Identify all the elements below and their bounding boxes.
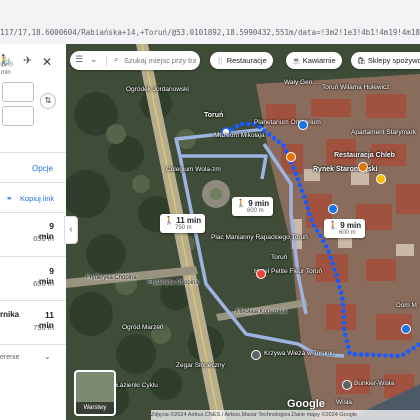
place-pin[interactable] — [328, 204, 338, 214]
street-label: Fryderyka Chopina — [148, 280, 199, 286]
shopping-icon: 🛍 — [357, 58, 366, 65]
chip-label: Sklepy spożywcze — [367, 56, 420, 65]
place-pin[interactable] — [298, 120, 308, 130]
map-label[interactable]: Ogród Marzeń — [122, 324, 164, 331]
route-distance: 650 m — [33, 234, 54, 243]
place-pin[interactable] — [286, 152, 296, 162]
map-search-input[interactable] — [124, 54, 196, 66]
route-label-box[interactable]: 🚶 9 min 600 m — [324, 219, 366, 238]
bicycle-icon[interactable]: 🚲 — [0, 54, 14, 67]
map-label[interactable]: Apartament Starymark — [351, 129, 416, 136]
divider — [0, 300, 66, 301]
map-label[interactable]: Colegium Wola-zm — [166, 166, 221, 173]
route-label-box[interactable]: 🚶 11 min 750 m — [160, 214, 206, 233]
map-view[interactable]: ☰ ⌄ ⌕ 🍴Restauracje ☕Kawiarnie 🛍Sklepy sp… — [66, 44, 420, 420]
map-label[interactable]: Toruń Wilama Hulewicz — [322, 84, 390, 91]
map-label[interactable]: Plac Manianny Rapackiego Toruń — [211, 234, 308, 241]
walking-icon: 🚶 — [164, 216, 174, 225]
street-label: Fryderyka Chopina — [86, 275, 137, 281]
map-label[interactable]: Łazienki Cyklu — [116, 382, 158, 389]
map-search-bar[interactable]: ☰ ⌄ ⌕ — [70, 51, 200, 70]
route-time: 9 min — [248, 199, 270, 208]
route-time: 9 min — [340, 221, 362, 230]
map-label[interactable]: Toruń — [271, 254, 287, 261]
destination-input[interactable] — [2, 106, 34, 126]
place-pin[interactable] — [376, 174, 386, 184]
divider — [0, 182, 66, 183]
route-distance: 600 m — [339, 230, 356, 236]
search-icon[interactable]: ⌕ — [114, 55, 118, 65]
map-label[interactable]: Muzeum Mikołaja — [214, 132, 265, 139]
divider — [0, 152, 66, 153]
divider — [106, 55, 107, 66]
link-icon[interactable]: ⚭ — [6, 194, 13, 203]
map-label[interactable]: Bunkier-Wisła — [354, 380, 394, 387]
map-label[interactable]: Ogródek Jordanowski — [126, 86, 189, 93]
chip-label: Restauracje — [226, 56, 267, 65]
mode-time: min — [1, 70, 11, 76]
route-distance: 750 m — [175, 225, 192, 231]
map-label[interactable]: Wały Gen... — [284, 79, 318, 86]
route-distance: 750 m — [33, 323, 54, 332]
coffee-icon: ☕ — [292, 58, 301, 65]
chevron-down-icon[interactable]: ⌄ — [44, 352, 51, 361]
map-attribution: Zdjęcia ©2024 Airbus,CNES / Airbus,Maxar… — [151, 410, 420, 420]
divider — [0, 344, 66, 345]
more-details-label[interactable]: erenie — [0, 354, 19, 361]
route-name: rnika — [0, 310, 20, 319]
map-label: Wisła — [336, 399, 352, 406]
directions-panel: 🚶 🚲 ✈ ✕ min ⇅ Opcje ⚭ Kopiuj link 9 min … — [0, 44, 67, 420]
chip-groceries[interactable]: 🛍Sklepy spożywcze — [351, 52, 420, 69]
divider — [0, 256, 66, 257]
place-pin[interactable] — [251, 350, 261, 360]
map-label[interactable]: Planetarium Orbitarium — [254, 119, 321, 126]
origin-input[interactable] — [2, 82, 34, 102]
place-pin[interactable] — [342, 380, 352, 390]
map-label[interactable]: Krzywa Wieża w Toruniu — [264, 350, 335, 357]
collapse-panel-button[interactable]: ‹ — [64, 216, 78, 244]
chip-label: Kawiarnie — [302, 56, 336, 65]
swap-icon[interactable]: ⇅ — [40, 93, 56, 109]
route-distance: 600 m — [33, 279, 54, 288]
satellite-imagery — [66, 44, 420, 420]
chip-restaurants[interactable]: 🍴 Restauracje — [210, 52, 273, 69]
map-label[interactable]: Dom M — [396, 302, 417, 309]
walking-icon: 🚶 — [236, 199, 246, 208]
google-logo: Google — [287, 398, 325, 410]
url-text[interactable]: 117/17,18.6000604/Rabiańska+14,+Toruń/@5… — [0, 28, 420, 37]
walking-icon: 🚶 — [328, 221, 338, 230]
route-label-box[interactable]: 🚶 9 min 600 m — [232, 197, 274, 216]
place-pin[interactable] — [358, 162, 368, 172]
layers-label: Warstwy — [76, 402, 114, 414]
close-icon[interactable]: ✕ — [42, 55, 52, 69]
street-label: Mikołaja Kopernika — [236, 309, 287, 315]
route-distance: 600 m — [247, 208, 264, 214]
restaurant-icon: 🍴 — [216, 58, 225, 65]
place-pin[interactable] — [256, 269, 266, 279]
chip-cafes[interactable]: ☕ Kawiarnie — [286, 52, 342, 69]
layers-button[interactable]: Warstwy — [74, 370, 116, 416]
options-button[interactable]: Opcje — [32, 164, 53, 173]
map-label[interactable]: Zegar Słoneczny — [176, 362, 225, 369]
route-time: 11 min — [176, 216, 202, 225]
copy-link-button[interactable]: Kopiuj link — [20, 194, 54, 203]
chevron-down-icon[interactable]: ⌄ — [90, 54, 98, 65]
place-pin[interactable] — [401, 324, 411, 334]
plane-icon[interactable]: ✈ — [23, 54, 32, 67]
divider — [0, 212, 66, 213]
map-label[interactable]: Toruń — [204, 112, 223, 119]
map-label[interactable]: Restauracja Chleb — [334, 152, 395, 159]
menu-icon[interactable]: ☰ — [75, 54, 83, 65]
browser-url-bar[interactable]: 117/17,18.6000604/Rabiańska+14,+Toruń/@5… — [0, 0, 420, 45]
travel-modes: 🚶 🚲 ✈ ✕ min — [0, 50, 66, 76]
